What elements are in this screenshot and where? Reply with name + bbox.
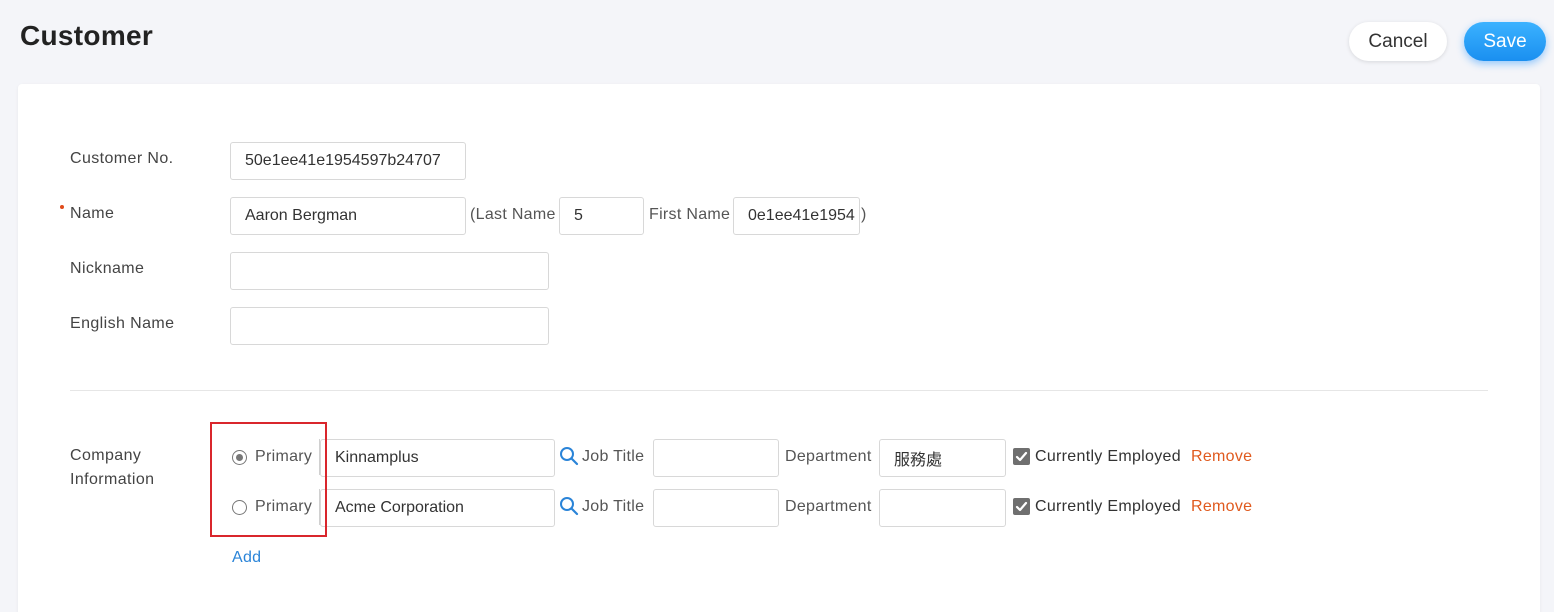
primary-radio-1[interactable] bbox=[232, 450, 247, 465]
job-title-label-2: Job Title bbox=[582, 498, 645, 515]
add-company-link[interactable]: Add bbox=[232, 549, 261, 567]
company-info-label-line2: Information bbox=[70, 471, 155, 488]
remove-link-1[interactable]: Remove bbox=[1191, 448, 1252, 466]
close-paren: ) bbox=[861, 206, 867, 223]
first-name-field[interactable]: 0e1ee41e1954 bbox=[733, 197, 860, 235]
customer-form-card: Customer No. 50e1ee41e1954597b24707 Name… bbox=[18, 84, 1540, 612]
job-title-label-1: Job Title bbox=[582, 448, 645, 465]
company-info-label-line1: Company bbox=[70, 447, 142, 464]
page-title: Customer bbox=[20, 20, 154, 51]
company-field-2[interactable]: Acme Corporation bbox=[320, 489, 555, 527]
last-name-label: (Last Name bbox=[470, 206, 556, 223]
primary-radio-2[interactable] bbox=[232, 500, 247, 515]
search-icon[interactable] bbox=[559, 446, 579, 466]
currently-employed-checkbox-2[interactable] bbox=[1013, 498, 1030, 515]
name-label: Name bbox=[70, 205, 115, 222]
department-label-1: Department bbox=[785, 448, 872, 465]
english-name-label: English Name bbox=[70, 315, 175, 332]
check-icon bbox=[1015, 501, 1028, 512]
nickname-label: Nickname bbox=[70, 260, 145, 277]
department-label-2: Department bbox=[785, 498, 872, 515]
last-name-field[interactable]: 5 bbox=[559, 197, 644, 235]
customer-no-field[interactable]: 50e1ee41e1954597b24707 bbox=[230, 142, 466, 180]
department-field-1[interactable]: 服務處 bbox=[879, 439, 1006, 477]
section-divider bbox=[70, 390, 1488, 391]
cancel-button[interactable]: Cancel bbox=[1349, 22, 1447, 61]
search-icon[interactable] bbox=[559, 496, 579, 516]
remove-link-2[interactable]: Remove bbox=[1191, 498, 1252, 516]
currently-employed-label-1: Currently Employed bbox=[1035, 448, 1181, 465]
primary-label-1: Primary bbox=[255, 448, 313, 465]
english-name-field[interactable] bbox=[230, 307, 549, 345]
job-title-field-2[interactable] bbox=[653, 489, 779, 527]
customer-no-label: Customer No. bbox=[70, 150, 174, 167]
required-marker bbox=[60, 205, 64, 209]
first-name-label: First Name bbox=[649, 206, 731, 223]
check-icon bbox=[1015, 451, 1028, 462]
job-title-field-1[interactable] bbox=[653, 439, 779, 477]
department-field-2[interactable] bbox=[879, 489, 1006, 527]
nickname-field[interactable] bbox=[230, 252, 549, 290]
currently-employed-checkbox-1[interactable] bbox=[1013, 448, 1030, 465]
save-button[interactable]: Save bbox=[1464, 22, 1546, 61]
primary-label-2: Primary bbox=[255, 498, 313, 515]
company-field-1[interactable]: Kinnamplus bbox=[320, 439, 555, 477]
currently-employed-label-2: Currently Employed bbox=[1035, 498, 1181, 515]
name-field[interactable]: Aaron Bergman bbox=[230, 197, 466, 235]
